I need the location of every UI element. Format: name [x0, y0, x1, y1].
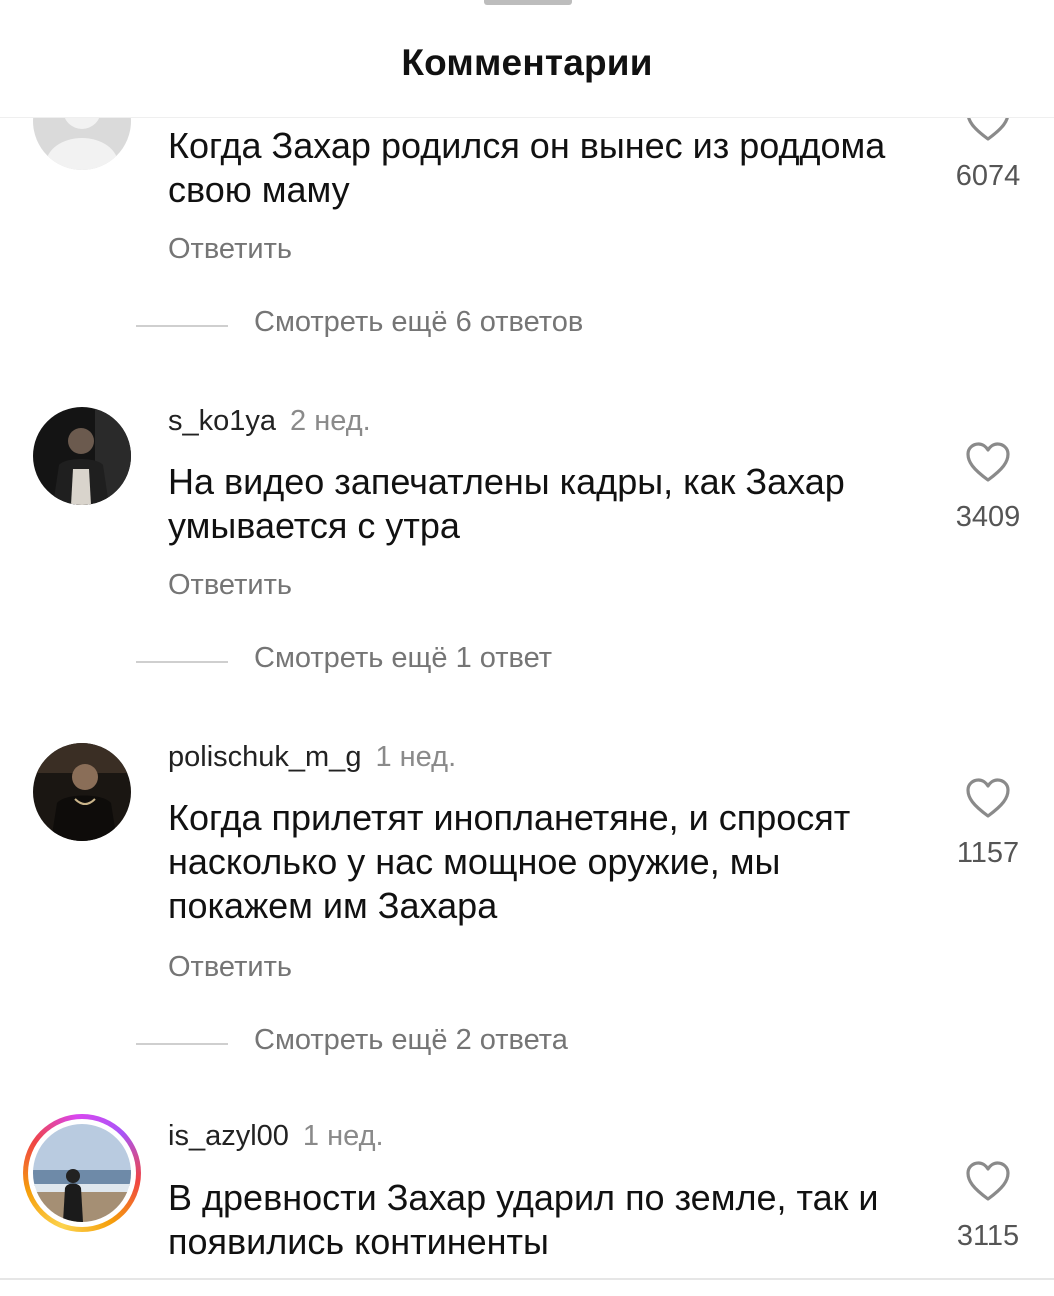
comment-meta: is_azyl00 1 нед. — [168, 1120, 384, 1153]
like-button[interactable]: 3115 — [946, 1160, 1030, 1253]
timestamp: 1 нед. — [375, 741, 457, 773]
comment-meta: polischuk_m_g 1 нед. — [168, 741, 456, 774]
reply-button[interactable]: Ответить — [168, 569, 292, 602]
view-more-replies-label: Смотреть ещё 1 ответ — [254, 642, 553, 674]
avatar[interactable] — [33, 743, 131, 841]
comment-text: На видео запечатлены кадры, как Захар ум… — [168, 461, 845, 546]
comment-text: В древности Захар ударил по земле, так и… — [168, 1177, 879, 1262]
reply-button[interactable]: Ответить — [168, 233, 292, 266]
divider-line — [136, 325, 228, 327]
view-more-replies[interactable]: Смотреть ещё 6 ответов — [136, 306, 656, 346]
comment-meta: s_ko1ya 2 нед. — [168, 405, 371, 438]
like-count: 3409 — [955, 501, 1021, 533]
divider-line — [136, 1043, 228, 1045]
like-count: 6074 — [955, 160, 1021, 192]
like-count: 3115 — [956, 1220, 1020, 1252]
divider — [0, 1278, 1054, 1280]
username[interactable]: polischuk_m_g — [168, 741, 361, 773]
reply-button[interactable]: Ответить — [168, 951, 292, 984]
comment-text: Когда Захар родился он вынес из роддома … — [168, 125, 886, 210]
comments-list[interactable]: Когда Захар родился он вынес из роддома … — [0, 0, 1054, 1296]
heart-icon — [966, 442, 1010, 482]
view-more-replies-label: Смотреть ещё 2 ответа — [254, 1024, 568, 1056]
user-photo — [33, 1124, 131, 1222]
timestamp: 2 нед. — [290, 405, 371, 437]
view-more-replies[interactable]: Смотреть ещё 2 ответа — [136, 1024, 656, 1064]
drag-handle[interactable] — [484, 0, 572, 5]
page-title: Комментарии — [401, 42, 653, 83]
view-more-replies[interactable]: Смотреть ещё 1 ответ — [136, 642, 656, 682]
username[interactable]: is_azyl00 — [168, 1120, 289, 1152]
username[interactable]: s_ko1ya — [168, 405, 276, 437]
like-count: 1157 — [956, 837, 1020, 869]
avatar[interactable] — [33, 1124, 131, 1222]
heart-icon — [966, 1161, 1010, 1201]
like-button[interactable]: 1157 — [946, 777, 1030, 870]
comments-header: Комментарии — [0, 0, 1054, 118]
view-more-replies-label: Смотреть ещё 6 ответов — [254, 306, 584, 338]
avatar[interactable] — [33, 407, 131, 505]
user-photo — [33, 743, 131, 841]
heart-icon — [966, 778, 1010, 818]
timestamp: 1 нед. — [302, 1120, 384, 1152]
comment-text: Когда прилетят инопланетяне, и спросят н… — [168, 797, 851, 926]
divider-line — [136, 661, 228, 663]
like-button[interactable]: 3409 — [946, 441, 1030, 534]
story-ring[interactable] — [23, 1114, 141, 1232]
user-photo — [33, 407, 131, 505]
